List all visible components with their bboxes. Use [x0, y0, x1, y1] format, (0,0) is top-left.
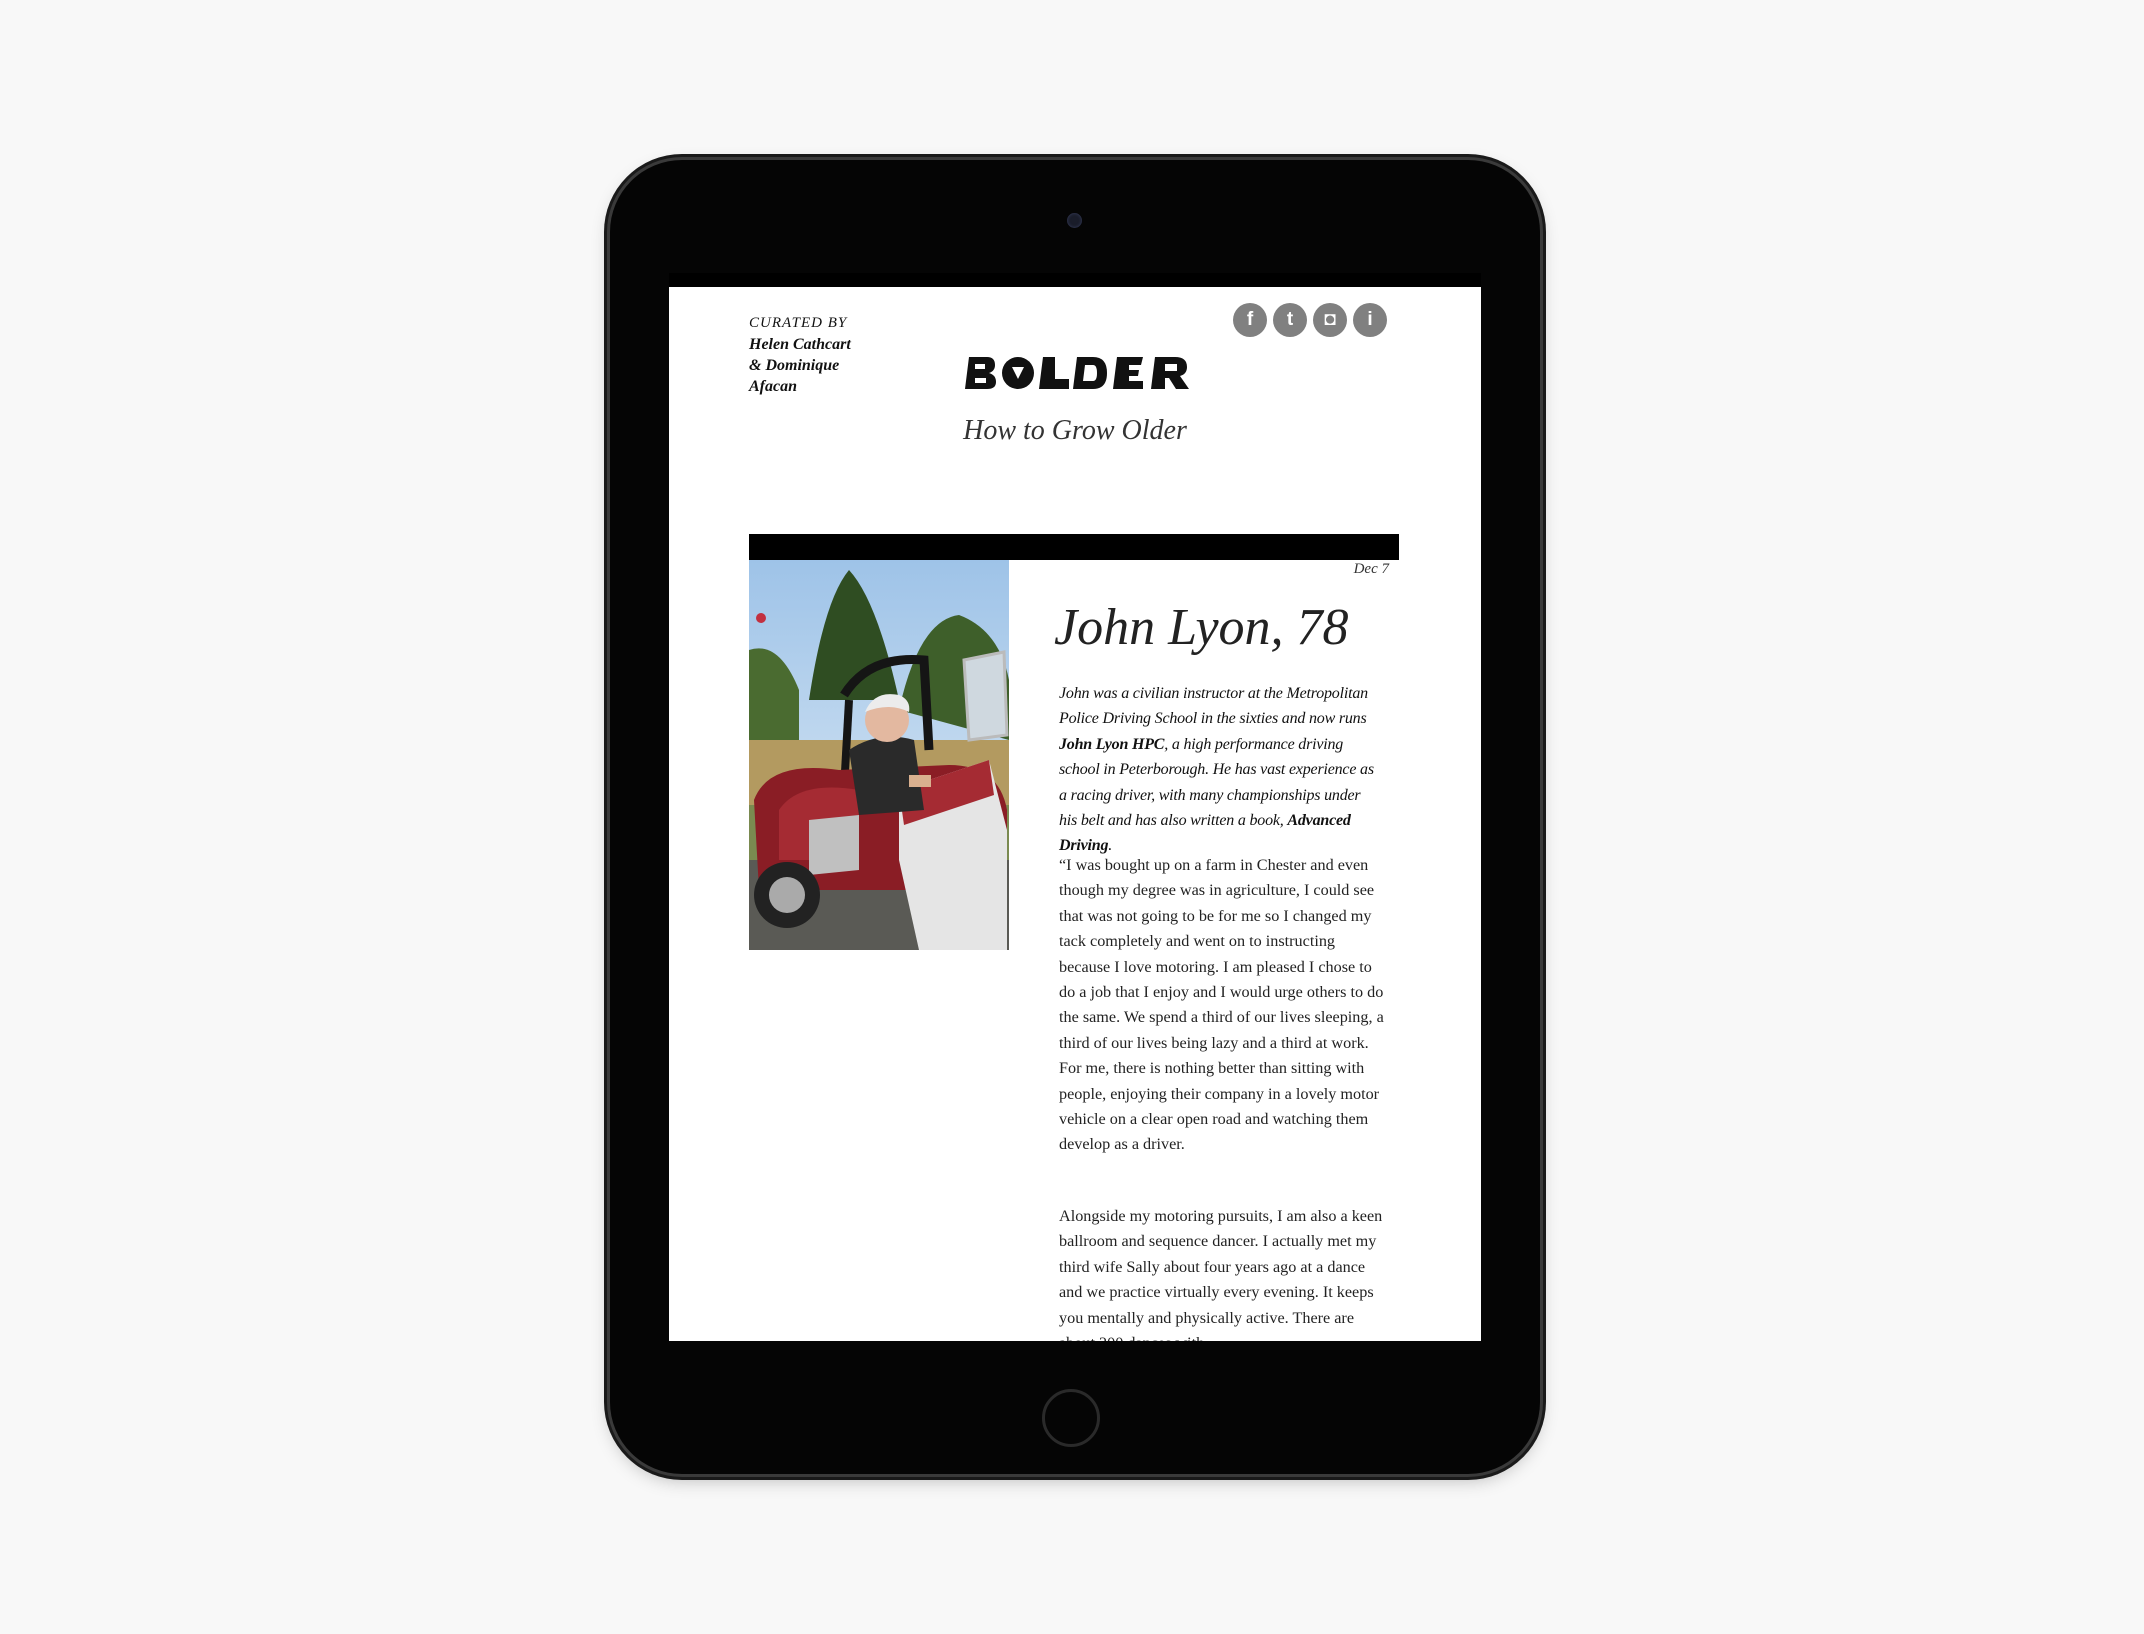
article-date: Dec 7: [1353, 561, 1389, 577]
info-icon[interactable]: i: [1353, 303, 1387, 337]
portrait-photo: [749, 560, 1009, 950]
article-intro: John was a civilian instructor at the Me…: [1059, 681, 1379, 859]
social-links: f t ◘ i: [1233, 303, 1387, 337]
curated-by-credit: CURATED BY Helen Cathcart & Dominique Af…: [749, 313, 889, 397]
tablet-screen: CURATED BY Helen Cathcart & Dominique Af…: [669, 273, 1481, 1341]
article-paragraph: “I was bought up on a farm in Chester an…: [1059, 856, 1384, 1154]
instagram-icon[interactable]: ◘: [1313, 303, 1347, 337]
front-camera: [1067, 213, 1082, 228]
curator-line: Helen Cathcart: [749, 336, 851, 353]
twitter-icon[interactable]: t: [1273, 303, 1307, 337]
site-tagline: How to Grow Older: [963, 415, 1187, 446]
facebook-icon[interactable]: f: [1233, 303, 1267, 337]
intro-text: .: [1108, 837, 1113, 855]
article-paragraph: Alongside my motoring pursuits, I am als…: [1059, 1207, 1383, 1341]
bolder-logo[interactable]: [963, 353, 1193, 393]
article-title: John Lyon, 78: [1054, 599, 1349, 656]
tablet-device: CURATED BY Helen Cathcart & Dominique Af…: [610, 160, 1540, 1474]
john-lyon-hpc-link[interactable]: John Lyon HPC: [1059, 736, 1164, 753]
curated-label: CURATED BY: [749, 315, 848, 331]
intro-text: John was a civilian instructor at the Me…: [1059, 685, 1368, 728]
status-bar: [669, 273, 1481, 287]
article-header-bar: [749, 534, 1399, 560]
home-button[interactable]: [1042, 1389, 1100, 1447]
curator-line: & Dominique: [749, 357, 840, 374]
curator-line: Afacan: [749, 378, 797, 395]
